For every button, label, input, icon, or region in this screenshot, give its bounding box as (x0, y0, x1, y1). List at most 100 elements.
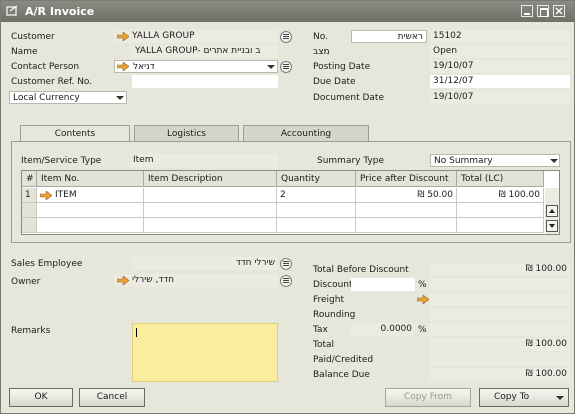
column-header[interactable]: Quantity (277, 171, 356, 187)
tab-contents[interactable]: Contents (20, 125, 130, 142)
doc-number-field[interactable]: 15102 (430, 30, 570, 43)
list-picker-icon[interactable] (280, 275, 292, 287)
series-select[interactable]: ראשית (351, 30, 427, 43)
title-bar[interactable]: A/R Invoice (1, 1, 574, 22)
discount-field[interactable] (430, 278, 570, 291)
list-picker-icon[interactable] (280, 258, 292, 270)
column-header[interactable]: Price after Discount (356, 171, 457, 187)
tax-label: Tax (313, 325, 328, 335)
remarks-textarea[interactable] (132, 323, 278, 382)
total-cell[interactable]: ₪ 100.00 (457, 188, 544, 203)
no-label: No. (313, 32, 328, 42)
scroll-down-button[interactable] (546, 220, 558, 232)
maximize-button[interactable] (537, 5, 549, 17)
total-before-discount-label: Total Before Discount (313, 265, 409, 275)
chevron-down-icon[interactable] (556, 396, 564, 400)
item-no-cell[interactable]: ITEM (37, 188, 144, 203)
contact-person-label: Contact Person (11, 62, 80, 72)
ok-button[interactable]: OK (9, 388, 73, 407)
link-arrow-icon[interactable] (117, 32, 129, 41)
column-header[interactable]: # (22, 171, 37, 187)
name-label: Name (11, 47, 38, 57)
link-arrow-icon[interactable] (117, 62, 129, 71)
customer-field[interactable]: YALLA GROUP (114, 30, 278, 43)
item-type-field[interactable]: Item (130, 154, 278, 167)
empty-cell[interactable] (37, 203, 144, 218)
due-date-field[interactable]: 31/12/07 (430, 75, 570, 88)
currency-select[interactable]: Local Currency (9, 91, 127, 104)
rounding-label: Rounding (313, 310, 356, 320)
column-header[interactable]: Total (LC) (457, 171, 544, 187)
sales-employee-label: Sales Employee (11, 259, 83, 269)
tab-logistics[interactable]: Logistics (134, 125, 239, 141)
link-arrow-icon[interactable] (417, 295, 429, 304)
empty-cell[interactable] (457, 218, 544, 233)
price-cell[interactable]: ₪ 50.00 (356, 188, 457, 203)
minimize-button[interactable] (521, 5, 533, 17)
due-date-label: Due Date (313, 77, 356, 87)
vertical-scrollbar[interactable] (545, 188, 559, 234)
paid-credited-label: Paid/Credited (313, 355, 374, 365)
customer-ref-label: Customer Ref. No. (11, 77, 93, 87)
list-picker-icon[interactable] (280, 31, 292, 43)
tab-accounting[interactable]: Accounting (243, 125, 369, 141)
column-header[interactable]: Item No. (37, 171, 144, 187)
posting-date-field[interactable]: 19/10/07 (430, 60, 570, 73)
total-field: ₪ 100.00 (430, 338, 570, 351)
chevron-down-icon[interactable] (550, 159, 558, 163)
sales-employee-select[interactable]: שירלי חדד (132, 257, 278, 270)
paid-credited-field (430, 353, 570, 366)
item-description-cell[interactable] (144, 188, 277, 203)
item-type-label: Item/Service Type (21, 156, 102, 166)
window-app-icon (6, 5, 18, 16)
balance-due-field: ₪ 100.00 (430, 368, 570, 381)
freight-label: Freight (313, 295, 345, 305)
discount-label: Discount (313, 280, 353, 290)
lines-table: # Item No. Item Description Quantity Pri… (21, 170, 560, 235)
rounding-field (430, 308, 570, 321)
empty-cell[interactable] (144, 203, 277, 218)
list-picker-icon[interactable] (280, 61, 292, 73)
balance-due-label: Balance Due (313, 370, 370, 380)
scroll-up-button[interactable] (546, 205, 558, 217)
status-field: Open (430, 45, 570, 58)
owner-label: Owner (11, 277, 41, 287)
copy-from-button[interactable]: Copy From (385, 388, 471, 407)
link-arrow-icon[interactable] (40, 191, 52, 200)
percent-sign: % (418, 280, 427, 290)
empty-cell[interactable] (457, 203, 544, 218)
quantity-cell[interactable]: 2 (277, 188, 356, 203)
document-date-field[interactable]: 19/10/07 (430, 91, 570, 104)
window-title: A/R Invoice (25, 5, 95, 18)
chevron-down-icon[interactable] (116, 96, 124, 100)
empty-cell[interactable] (356, 218, 457, 233)
total-before-discount-field: ₪ 100.00 (430, 263, 570, 276)
empty-cell[interactable] (277, 203, 356, 218)
tax-rate-field: 0.0000 (351, 323, 415, 336)
contact-person-select[interactable]: דניאל (114, 60, 278, 73)
row-number (22, 218, 37, 233)
empty-cell[interactable] (144, 218, 277, 233)
empty-cell[interactable] (356, 203, 457, 218)
posting-date-label: Posting Date (313, 62, 371, 72)
owner-field[interactable]: חדד, שירלי (114, 274, 278, 287)
cancel-button[interactable]: Cancel (79, 388, 145, 407)
close-button[interactable] (553, 5, 565, 17)
invoice-window: A/R Invoice Customer YALLA GROUP Name YA… (0, 0, 575, 414)
link-arrow-icon[interactable] (117, 276, 129, 285)
total-label: Total (313, 340, 335, 350)
column-header[interactable]: Item Description (144, 171, 277, 187)
empty-cell[interactable] (37, 218, 144, 233)
close-icon (555, 7, 563, 15)
percent-sign: % (418, 325, 427, 335)
customer-ref-input[interactable] (132, 75, 278, 88)
chevron-down-icon[interactable] (267, 65, 275, 69)
status-label: מצב (313, 47, 330, 57)
name-field[interactable]: YALLA GROUP- ב ובניית אתרים (132, 45, 278, 58)
empty-cell[interactable] (277, 218, 356, 233)
discount-percent-input[interactable] (351, 278, 415, 291)
summary-type-select[interactable]: No Summary (430, 154, 560, 167)
summary-type-label: Summary Type (317, 156, 385, 166)
freight-field[interactable] (430, 293, 570, 306)
document-date-label: Document Date (313, 93, 384, 103)
